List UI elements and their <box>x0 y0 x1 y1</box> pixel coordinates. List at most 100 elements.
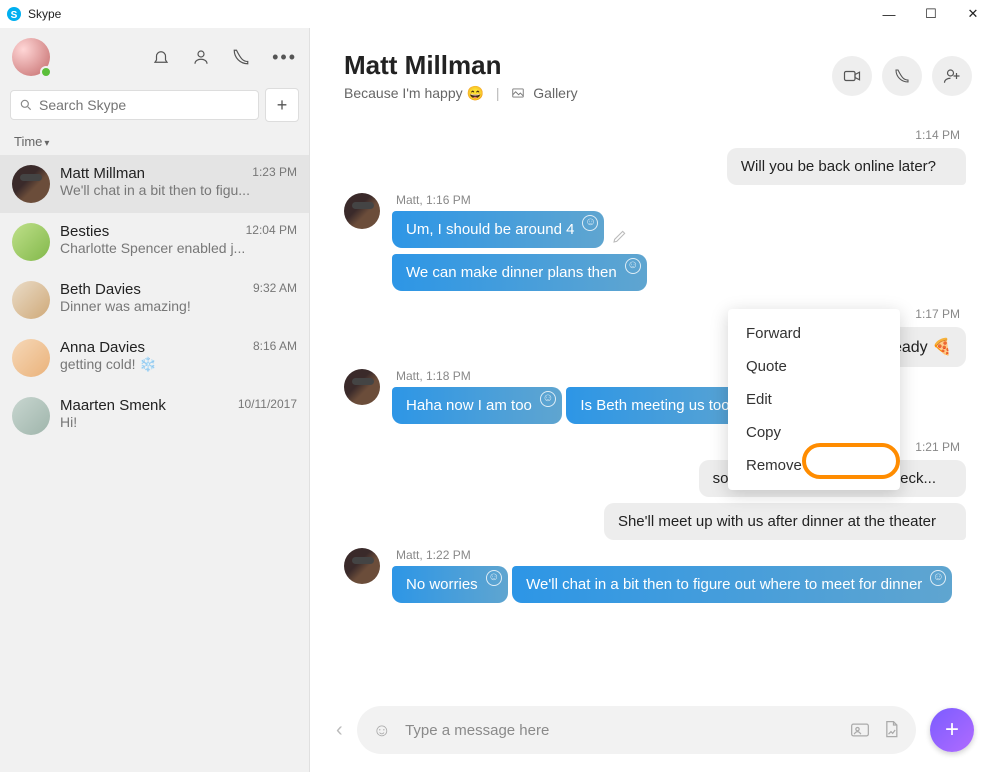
context-menu-quote[interactable]: Quote <box>728 350 900 383</box>
message-sender-label: Matt, 1:22 PM <box>396 548 952 562</box>
conversation-preview: Dinner was amazing! <box>60 298 260 314</box>
message-group-incoming: Matt, 1:22 PM No worries We'll chat in a… <box>344 548 966 609</box>
contacts-icon[interactable] <box>192 48 210 66</box>
chevron-down-icon: ▾ <box>44 138 49 149</box>
notifications-icon[interactable] <box>152 48 170 66</box>
window-title: Skype <box>28 7 868 21</box>
chat-header: Matt Millman Because I'm happy 😄 | Galle… <box>310 28 1000 114</box>
message-sender-label: Matt, 1:18 PM <box>396 369 768 383</box>
add-person-icon <box>943 67 961 85</box>
conversation-time: 1:23 PM <box>252 165 297 182</box>
timestamp: 1:14 PM <box>344 128 960 142</box>
react-icon[interactable] <box>625 258 641 274</box>
sort-dropdown[interactable]: Time▾ <box>0 128 309 155</box>
gallery-link[interactable]: Gallery <box>533 85 577 101</box>
chat-status: Because I'm happy 😄 | Gallery <box>344 85 832 102</box>
avatar-icon <box>12 281 50 319</box>
status-text: Because I'm happy <box>344 85 463 101</box>
conversation-list: Matt Millman 1:23 PM We'll chat in a bit … <box>0 155 309 772</box>
message-incoming[interactable]: We can make dinner plans then <box>392 254 647 291</box>
search-icon <box>19 98 33 112</box>
message-outgoing[interactable]: Will you be back online later? <box>727 148 966 185</box>
avatar-icon <box>12 223 50 261</box>
conversation-item-matt[interactable]: Matt Millman 1:23 PM We'll chat in a bit … <box>0 155 309 213</box>
send-fab-button[interactable]: + <box>930 708 974 752</box>
contact-card-icon[interactable] <box>850 721 870 739</box>
edit-icon[interactable] <box>612 228 628 244</box>
conversation-item-anna[interactable]: Anna Davies 8:16 AM getting cold! ❄️ <box>0 329 309 387</box>
my-avatar[interactable] <box>12 38 50 76</box>
conversation-item-besties[interactable]: Besties 12:04 PM Charlotte Spencer enable… <box>0 213 309 271</box>
search-input-wrapper[interactable] <box>10 90 259 120</box>
window-titlebar: S Skype — ☐ ✕ <box>0 0 1000 28</box>
context-menu-copy[interactable]: Copy <box>728 416 900 449</box>
new-chat-button[interactable]: + <box>265 88 299 122</box>
conversation-preview: Hi! <box>60 414 260 430</box>
avatar-icon <box>344 548 380 584</box>
window-maximize-button[interactable]: ☐ <box>910 6 952 22</box>
conversation-time: 10/11/2017 <box>238 397 297 414</box>
presence-indicator-icon <box>40 66 52 78</box>
chat-panel: Matt Millman Because I'm happy 😄 | Galle… <box>310 28 1000 772</box>
conversation-name: Beth Davies <box>60 281 141 298</box>
conversation-time: 9:32 AM <box>253 281 297 298</box>
conversation-name: Besties <box>60 223 109 240</box>
add-participant-button[interactable] <box>932 56 972 96</box>
svg-text:S: S <box>11 10 18 21</box>
avatar-icon <box>12 165 50 203</box>
message-input[interactable]: ☺ Type a message here <box>357 706 916 754</box>
audio-call-button[interactable] <box>882 56 922 96</box>
avatar-icon <box>344 193 380 229</box>
window-close-button[interactable]: ✕ <box>952 6 994 22</box>
conversation-preview: Charlotte Spencer enabled j... <box>60 240 260 256</box>
message-incoming[interactable]: Um, I should be around 4 <box>392 211 604 248</box>
conversation-time: 12:04 PM <box>246 223 297 240</box>
sidebar: ••• + Time▾ Matt Millman 1:23 PM We'll ch… <box>0 28 310 772</box>
message-input-bar: ‹ ☺ Type a message here + <box>310 694 1000 772</box>
message-input-placeholder: Type a message here <box>405 722 838 739</box>
message-group-incoming: Matt, 1:16 PM Um, I should be around 4 W… <box>344 193 966 297</box>
window-minimize-button[interactable]: — <box>868 7 910 22</box>
conversation-item-beth[interactable]: Beth Davies 9:32 AM Dinner was amazing! <box>0 271 309 329</box>
message-sender-label: Matt, 1:16 PM <box>396 193 647 207</box>
sort-label: Time <box>14 134 42 149</box>
dialpad-icon[interactable] <box>232 48 250 66</box>
message-incoming[interactable]: Haha now I am too <box>392 387 562 424</box>
conversation-preview: getting cold! ❄️ <box>60 356 260 373</box>
avatar-icon <box>12 339 50 377</box>
skype-logo-icon: S <box>6 6 22 22</box>
conversation-time: 8:16 AM <box>253 339 297 356</box>
message-incoming[interactable]: No worries <box>392 566 508 603</box>
sidebar-top: ••• <box>0 28 309 82</box>
react-icon[interactable] <box>486 570 502 586</box>
message-incoming[interactable]: We'll chat in a bit then to figure out w… <box>512 566 952 603</box>
message-outgoing[interactable]: She'll meet up with us after dinner at t… <box>604 503 966 540</box>
search-input[interactable] <box>39 97 250 113</box>
conversation-name: Matt Millman <box>60 165 145 182</box>
avatar-icon <box>344 369 380 405</box>
conversation-name: Anna Davies <box>60 339 145 356</box>
context-menu-remove[interactable]: Remove <box>728 449 900 482</box>
react-icon[interactable] <box>930 570 946 586</box>
conversation-preview: We'll chat in a bit then to figu... <box>60 182 260 198</box>
gallery-icon[interactable] <box>511 87 525 99</box>
status-emoji-icon: 😄 <box>467 85 484 101</box>
message-context-menu: Forward Quote Edit Copy Remove <box>728 309 900 490</box>
context-menu-edit[interactable]: Edit <box>728 383 900 416</box>
avatar-icon <box>12 397 50 435</box>
conversation-name: Maarten Smenk <box>60 397 166 414</box>
phone-icon <box>894 68 910 84</box>
context-menu-forward[interactable]: Forward <box>728 317 900 350</box>
emoji-picker-icon[interactable]: ☺ <box>373 720 391 741</box>
collapse-icon[interactable]: ‹ <box>336 719 343 742</box>
chat-messages: 1:14 PM Will you be back online later? M… <box>310 114 1000 694</box>
video-call-button[interactable] <box>832 56 872 96</box>
react-icon[interactable] <box>540 391 556 407</box>
separator: | <box>496 85 500 101</box>
video-icon <box>843 69 861 83</box>
react-icon[interactable] <box>582 215 598 231</box>
more-icon[interactable]: ••• <box>272 47 297 68</box>
chat-title: Matt Millman <box>344 50 832 81</box>
conversation-item-maarten[interactable]: Maarten Smenk 10/11/2017 Hi! <box>0 387 309 445</box>
attach-file-icon[interactable] <box>882 720 900 740</box>
